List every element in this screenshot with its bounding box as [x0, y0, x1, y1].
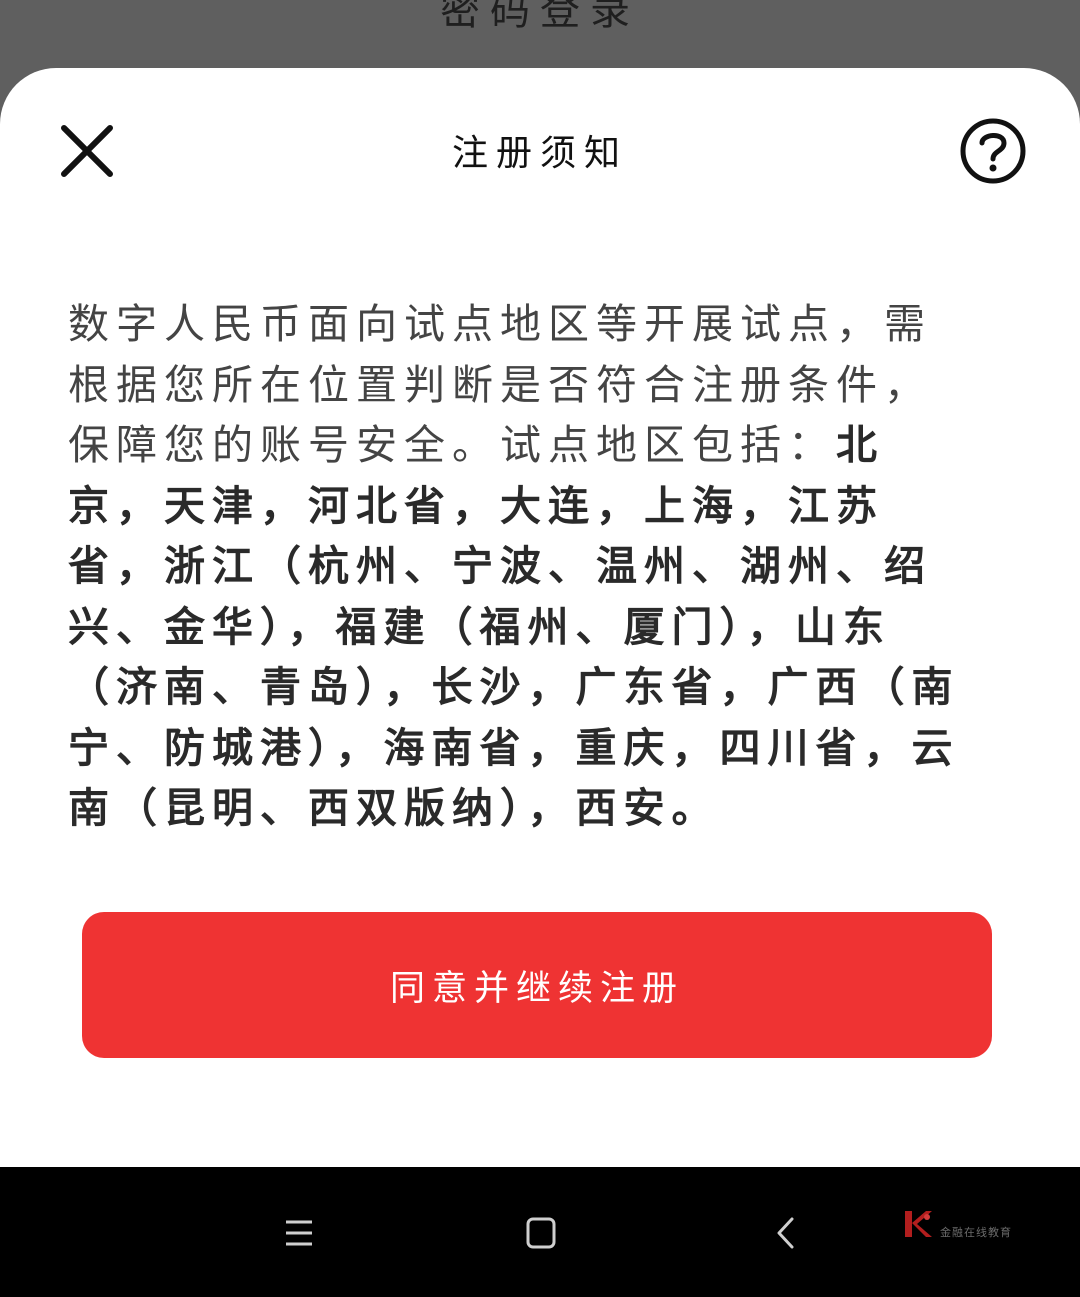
- nav-home-button[interactable]: [511, 1211, 571, 1255]
- notice-intro: 数字人民币面向试点地区等开展试点，需根据您所在位置判断是否符合注册条件，保障您的…: [68, 300, 932, 469]
- question-icon: [960, 118, 1026, 184]
- watermark-text: 金融在线教育: [940, 1226, 1012, 1239]
- screen: 密码登录 注册须知 数字人民币面向试点地区等开展试点，需根据您所在位置判断是否符…: [0, 0, 1080, 1297]
- nav-back-button[interactable]: [756, 1211, 816, 1255]
- agree-continue-button[interactable]: 同意并继续注册: [82, 912, 992, 1058]
- registration-notice-sheet: 注册须知 数字人民币面向试点地区等开展试点，需根据您所在位置判断是否符合注册条件…: [0, 68, 1080, 1167]
- back-chevron-icon: [777, 1217, 794, 1249]
- help-button[interactable]: [958, 116, 1028, 186]
- nav-menu-button[interactable]: [270, 1211, 330, 1255]
- system-nav-bar: 金融在线教育: [0, 1167, 1080, 1297]
- home-square-icon: [526, 1217, 556, 1249]
- background-page-title: 密码登录: [440, 0, 640, 34]
- watermark-logo-icon: [905, 1211, 932, 1237]
- menu-icon: [286, 1220, 312, 1246]
- watermark: 金融在线教育: [900, 1207, 1012, 1241]
- notice-text: 数字人民币面向试点地区等开展试点，需根据您所在位置判断是否符合注册条件，保障您的…: [68, 294, 973, 839]
- sheet-title: 注册须知: [451, 133, 628, 174]
- notice-region-list: 北京，天津，河北省，大连，上海，江苏省，浙江（杭州、宁波、温州、湖州、绍兴、金华…: [68, 421, 960, 832]
